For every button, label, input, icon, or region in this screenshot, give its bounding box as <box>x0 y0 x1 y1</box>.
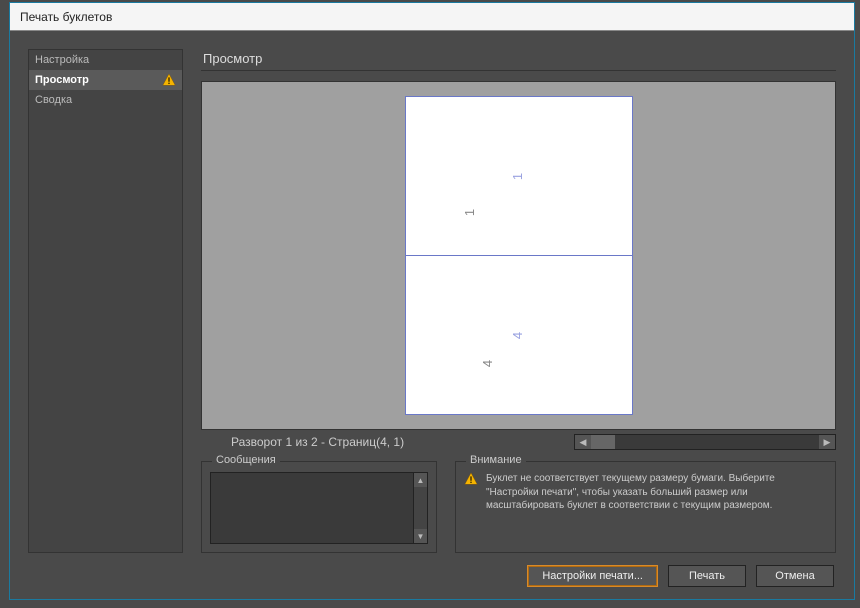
dialog-titlebar: Печать буклетов <box>10 3 854 31</box>
button-label: Печать <box>689 570 725 582</box>
messages-scrollbar[interactable]: ▲ ▼ <box>413 473 427 543</box>
attention-group: Внимание Буклет не соответствует текущем… <box>455 461 836 553</box>
button-label: Настройки печати... <box>542 570 643 582</box>
spread-scrollbar[interactable]: ◀ ▶ <box>574 434 836 450</box>
preview-canvas: 1 1 4 4 <box>201 81 836 430</box>
page-number-mark: 4 <box>480 360 495 367</box>
sidebar-item-preview[interactable]: Просмотр <box>29 70 182 90</box>
attention-legend: Внимание <box>466 454 526 466</box>
scroll-track[interactable] <box>591 435 819 449</box>
sidebar-item-label: Сводка <box>35 94 72 106</box>
button-label: Отмена <box>775 570 814 582</box>
dialog-title: Печать буклетов <box>20 10 112 24</box>
spread-status: Разворот 1 из 2 - Страниц(4, 1) <box>201 435 574 449</box>
attention-text: Буклет не соответствует текущему размеру… <box>486 472 827 544</box>
scroll-right-button[interactable]: ▶ <box>819 435 835 449</box>
page-number-mark-alt: 1 <box>510 173 525 180</box>
scroll-thumb[interactable] <box>591 435 615 449</box>
spread: 1 1 4 4 <box>405 96 633 415</box>
warning-icon <box>464 472 478 486</box>
print-button[interactable]: Печать <box>668 565 746 587</box>
preview-heading: Просмотр <box>201 49 836 71</box>
sidebar-item-summary[interactable]: Сводка <box>29 90 182 110</box>
messages-legend: Сообщения <box>212 454 280 466</box>
chevron-up-icon: ▲ <box>417 476 425 485</box>
warning-icon <box>162 73 176 87</box>
print-booklets-dialog: Печать буклетов Настройка Просмотр Сводк… <box>9 2 855 600</box>
sidebar: Настройка Просмотр Сводка <box>28 49 183 553</box>
preview-page-bottom: 4 4 <box>405 255 633 415</box>
page-number-mark: 1 <box>462 209 477 216</box>
scroll-left-button[interactable]: ◀ <box>575 435 591 449</box>
scroll-up-button[interactable]: ▲ <box>414 473 427 487</box>
preview-page-top: 1 1 <box>405 96 633 256</box>
print-settings-button[interactable]: Настройки печати... <box>527 565 658 587</box>
chevron-right-icon: ▶ <box>824 437 831 448</box>
messages-group: Сообщения ▲ ▼ <box>201 461 437 553</box>
messages-textarea[interactable]: ▲ ▼ <box>210 472 428 544</box>
sidebar-item-setup[interactable]: Настройка <box>29 50 182 70</box>
cancel-button[interactable]: Отмена <box>756 565 834 587</box>
sidebar-item-label: Настройка <box>35 54 89 66</box>
chevron-left-icon: ◀ <box>580 437 587 448</box>
chevron-down-icon: ▼ <box>417 532 425 541</box>
page-number-mark-alt: 4 <box>510 332 525 339</box>
sidebar-item-label: Просмотр <box>35 74 89 86</box>
scroll-down-button[interactable]: ▼ <box>414 529 427 543</box>
